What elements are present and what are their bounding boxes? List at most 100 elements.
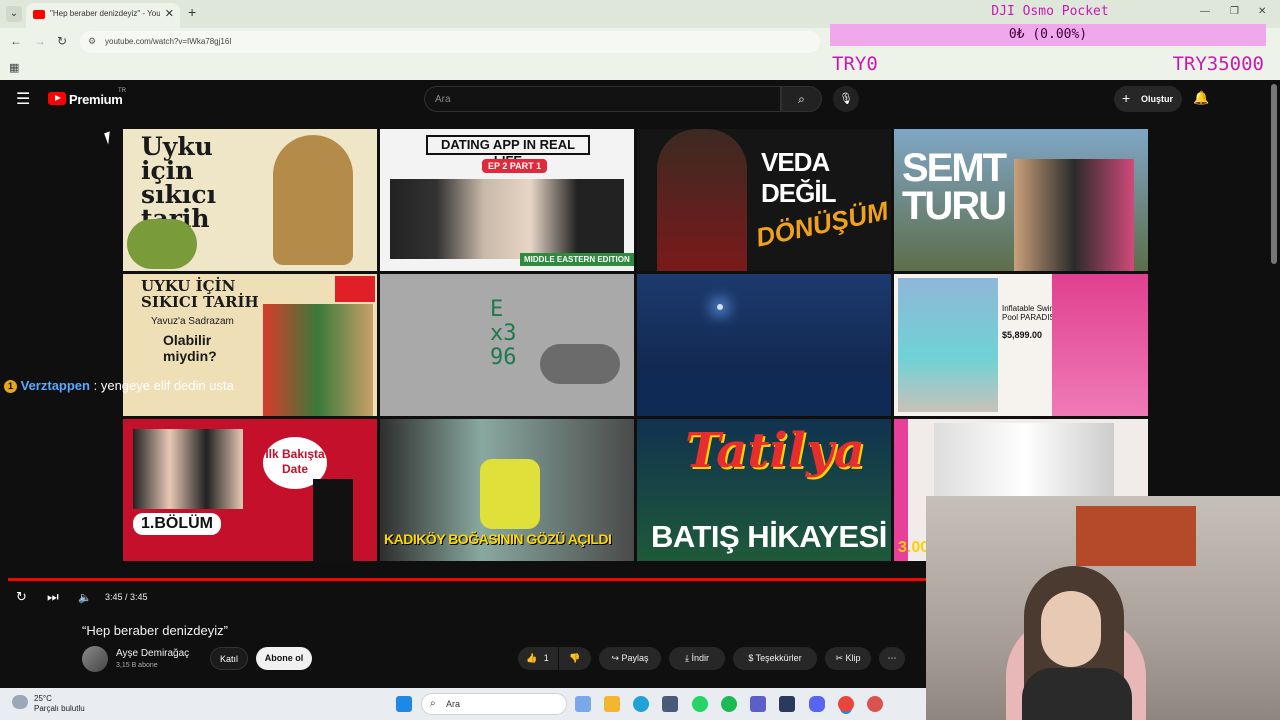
thumbnail-4[interactable]: SEMT TURU	[894, 129, 1148, 271]
thanks-button[interactable]: $ Teşekkürler	[733, 647, 817, 670]
thumbs-up-icon: 👍	[526, 653, 538, 663]
channel-avatar[interactable]	[82, 646, 108, 672]
overlay-goal-max: TRY35000	[1172, 53, 1264, 75]
dislike-button[interactable]: 👎	[559, 647, 591, 670]
notifications-bell-icon[interactable]: 🔔	[1193, 90, 1209, 106]
settings-app-icon[interactable]	[779, 696, 795, 712]
edge-icon[interactable]	[633, 696, 649, 712]
discord-icon[interactable]	[809, 696, 825, 712]
subscribe-button[interactable]: Abone ol	[256, 647, 312, 670]
back-icon[interactable]: ←	[10, 34, 22, 48]
windows-start-icon[interactable]	[396, 696, 412, 712]
search-placeholder: Ara	[435, 94, 451, 105]
chat-message: 1 Verztappen : yengeye elif dedin usta	[4, 378, 234, 396]
create-button[interactable]: + Oluştur	[1114, 86, 1182, 112]
thumbnail-caption: DATING APP IN REAL LIFE	[426, 135, 590, 168]
search-input[interactable]: Ara	[424, 86, 781, 112]
chat-text: : yengeye elif dedin usta	[93, 378, 234, 393]
chat-badge: 1	[4, 380, 17, 393]
thumbnail-subcaption: $5,899.00	[1002, 330, 1043, 340]
file-explorer-icon[interactable]	[604, 696, 620, 712]
share-icon: ↪	[611, 653, 619, 663]
thumbnail-7[interactable]	[637, 274, 891, 416]
tab-youtube[interactable]: "Hep beraber denizdeyiz" - You ✕	[26, 3, 180, 28]
youtube-logo-icon[interactable]	[48, 92, 66, 105]
weather-cloud-icon[interactable]	[12, 695, 28, 709]
more-actions-button[interactable]: ⋯	[879, 647, 905, 670]
forward-icon[interactable]: →	[34, 34, 46, 48]
taskbar-search[interactable]: ⌕ Ara	[421, 693, 567, 715]
video-progress-bar[interactable]	[8, 578, 926, 581]
teams-icon[interactable]	[750, 696, 766, 712]
tab-search-icon[interactable]: ⌄	[6, 6, 22, 22]
thumbnail-subcaption: 1.BÖLÜM	[133, 513, 221, 535]
share-button[interactable]: ↪ Paylaş	[599, 647, 661, 670]
reload-icon[interactable]: ↻	[57, 34, 67, 48]
weather-widget[interactable]: 25°C Parçalı bulutlu	[34, 694, 85, 714]
thumbnail-2[interactable]: DATING APP IN REAL LIFE EP 2 PART 1 MIDD…	[380, 129, 634, 271]
thumbnail-subcaption: EP 2 PART 1	[482, 159, 548, 173]
taskbar-search-label: Ara	[446, 699, 461, 709]
site-info-icon[interactable]: ⚙	[88, 36, 96, 47]
scissors-icon: ✂	[835, 653, 843, 663]
youtube-brand[interactable]: Premium	[69, 92, 123, 107]
maximize-icon[interactable]: ❐	[1230, 6, 1239, 17]
whatsapp-icon[interactable]	[692, 696, 708, 712]
menu-icon[interactable]: ☰	[16, 89, 30, 109]
thumbnail-caption: Uyku için sıkıcı tarih	[141, 132, 217, 231]
obs-icon[interactable]	[867, 696, 883, 712]
thumbnail-subcaption: BATIŞ HİKAYESİ	[651, 519, 887, 554]
new-tab-icon[interactable]: +	[188, 4, 196, 20]
video-info: “Hep beraber denizdeyiz” Ayşe Demirağaç …	[0, 612, 926, 688]
search-icon: ⌕	[798, 92, 805, 106]
like-button[interactable]: 👍 1	[518, 647, 558, 670]
thumbnail-caption: UYKU İÇİN SIKICI TARİH	[141, 277, 259, 311]
windows-taskbar: 25°C Parçalı bulutlu ⌕ Ara	[0, 688, 926, 720]
voice-search-button[interactable]: 🎙	[833, 86, 859, 112]
join-button[interactable]: Katıl	[210, 647, 248, 670]
page-scrollbar[interactable]	[1271, 84, 1277, 264]
download-button[interactable]: ⤓ İndir	[669, 647, 725, 670]
more-icon: ⋯	[887, 653, 897, 663]
volume-icon[interactable]: 🔈	[78, 591, 92, 604]
thumbnail-caption: SEMT TURU	[902, 146, 1007, 228]
tab-close-icon[interactable]: ✕	[165, 7, 174, 20]
address-bar[interactable]: ⚙ youtube.com/watch?v=IWka78gj16I	[80, 31, 820, 53]
thumbnail-caption: Tatilya	[685, 423, 865, 479]
clip-label: Klip	[845, 653, 861, 663]
search-button[interactable]: ⌕	[781, 86, 822, 112]
chrome-icon[interactable]	[838, 696, 854, 712]
thumbnail-10[interactable]: KADIKÖY BOĞASININ GÖZÜ AÇILDI	[380, 419, 634, 561]
thumbnail-6[interactable]: E x3 96	[380, 274, 634, 416]
channel-name[interactable]: Ayşe Demirağaç	[116, 648, 189, 659]
download-icon: ⤓	[684, 653, 689, 663]
thumbnail-8[interactable]: Inflatable Swim Pool PARADISE $5,899.00	[894, 274, 1148, 416]
like-count: 1	[543, 653, 549, 663]
spotify-icon[interactable]	[721, 696, 737, 712]
thumbnail-11[interactable]: Tatilya BATIŞ HİKAYESİ	[637, 419, 891, 561]
thumbnail-caption: 3.00	[898, 539, 930, 556]
create-label: Oluştur	[1141, 94, 1174, 104]
thumbnail-3[interactable]: VEDA DEĞİL DÖNÜŞÜM	[637, 129, 891, 271]
minimize-icon[interactable]: —	[1200, 6, 1210, 17]
replay-icon[interactable]: ↻	[16, 589, 27, 605]
store-icon[interactable]	[662, 696, 678, 712]
copilot-icon[interactable]	[575, 696, 591, 712]
thumbnail-1[interactable]: Uyku için sıkıcı tarih	[123, 129, 377, 271]
thanks-icon: $	[748, 653, 754, 663]
overlay-goal-min: TRY0	[832, 53, 878, 75]
window-close-icon[interactable]: ✕	[1258, 6, 1266, 17]
taskbar-search-icon: ⌕	[430, 698, 436, 709]
overlay-goal-percent: 0₺ (0.00%)	[1008, 27, 1088, 42]
thumbs-down-icon: 👎	[569, 653, 581, 663]
tab-title: "Hep beraber denizdeyiz" - You	[50, 9, 160, 18]
share-label: Paylaş	[621, 653, 649, 663]
weather-temperature: 25°C	[34, 694, 52, 703]
thumbnail-9[interactable]: İlk Bakışta Date 1.BÖLÜM	[123, 419, 377, 561]
clip-button[interactable]: ✂ Klip	[825, 647, 871, 670]
thumbnail-caption: E x3 96	[490, 297, 517, 370]
next-icon[interactable]: ⏭	[47, 589, 59, 605]
apps-grid-icon[interactable]: ▦	[9, 61, 19, 74]
player-controls: ↻ ⏭ 🔈 3:45 / 3:45	[0, 584, 926, 612]
thumbnail-subcaption: Yavuz'a Sadrazam	[151, 316, 234, 327]
